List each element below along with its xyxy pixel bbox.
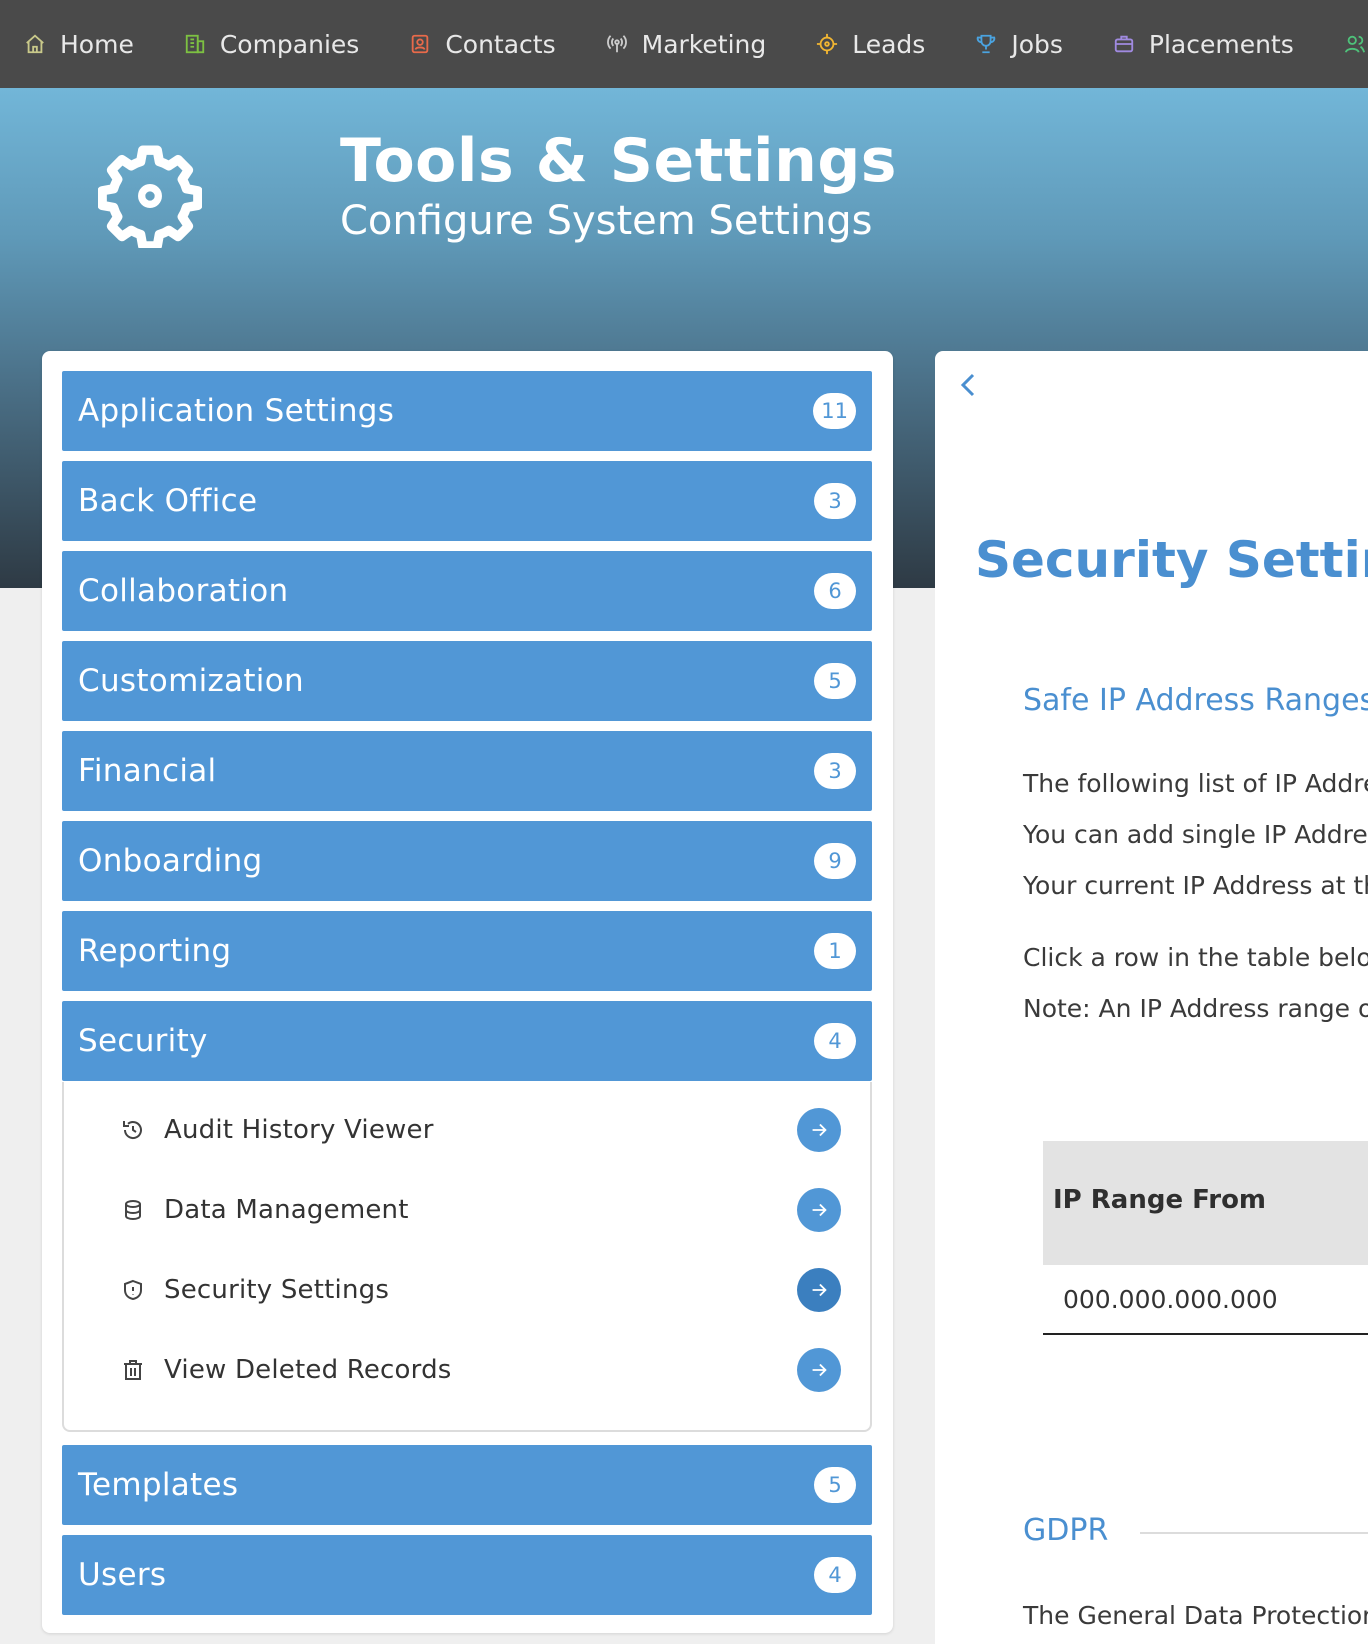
category-users[interactable]: Users 4 bbox=[62, 1535, 872, 1615]
nav-leads-label: Leads bbox=[852, 29, 926, 59]
count-badge: 3 bbox=[814, 483, 856, 519]
category-security[interactable]: Security 4 bbox=[62, 1001, 872, 1081]
gear-icon bbox=[97, 144, 203, 251]
nav-contacts-label: Contacts bbox=[445, 29, 556, 59]
nav-jobs-label: Jobs bbox=[1011, 29, 1063, 59]
description-line: The following list of IP Addre bbox=[1023, 769, 1368, 798]
security-submenu: Audit History Viewer Data Management Sec… bbox=[62, 1082, 872, 1432]
crosshair-icon bbox=[816, 33, 838, 55]
briefcase-icon bbox=[1113, 33, 1135, 55]
nav-placements-label: Placements bbox=[1148, 29, 1294, 59]
category-reporting[interactable]: Reporting 1 bbox=[62, 911, 872, 991]
nav-marketing-label: Marketing bbox=[641, 29, 767, 59]
column-header[interactable]: IP Range From bbox=[1053, 1185, 1266, 1215]
count-badge: 4 bbox=[814, 1023, 856, 1059]
arrow-right-icon[interactable] bbox=[797, 1108, 841, 1152]
category-financial[interactable]: Financial 3 bbox=[62, 731, 872, 811]
count-badge: 4 bbox=[814, 1557, 856, 1593]
category-templates[interactable]: Templates 5 bbox=[62, 1445, 872, 1525]
category-back-office[interactable]: Back Office 3 bbox=[62, 461, 872, 541]
page-title: Tools & Settings bbox=[340, 126, 897, 196]
category-label: Onboarding bbox=[78, 843, 263, 879]
count-badge: 1 bbox=[814, 933, 856, 969]
nav-marketing[interactable]: Marketing bbox=[582, 0, 793, 88]
database-icon bbox=[120, 1197, 146, 1223]
section-heading: Safe IP Address Ranges bbox=[1023, 683, 1368, 718]
count-badge: 5 bbox=[814, 1467, 856, 1503]
nav-companies[interactable]: Companies bbox=[160, 0, 386, 88]
history-icon bbox=[120, 1117, 146, 1143]
nav-placements[interactable]: Placements bbox=[1089, 0, 1320, 88]
trophy-icon bbox=[975, 33, 997, 55]
description-line: Click a row in the table belov bbox=[1023, 943, 1368, 972]
submenu-item-audit-history-viewer[interactable]: Audit History Viewer bbox=[64, 1090, 870, 1170]
submenu-item-security-settings[interactable]: Security Settings bbox=[64, 1250, 870, 1330]
nav-jobs[interactable]: Jobs bbox=[951, 0, 1089, 88]
nav-home-label: Home bbox=[60, 29, 134, 59]
submenu-item-label: Security Settings bbox=[164, 1275, 390, 1305]
chevron-left-icon[interactable] bbox=[953, 367, 983, 403]
detail-title: Security Settings bbox=[975, 531, 1368, 589]
description-line: Your current IP Address at th bbox=[1023, 871, 1368, 900]
arrow-right-icon[interactable] bbox=[797, 1348, 841, 1392]
count-badge: 6 bbox=[814, 573, 856, 609]
category-customization[interactable]: Customization 5 bbox=[62, 641, 872, 721]
table-header: IP Range From bbox=[1043, 1141, 1368, 1265]
nav-home[interactable]: Home bbox=[0, 0, 160, 88]
submenu-item-data-management[interactable]: Data Management bbox=[64, 1170, 870, 1250]
category-application-settings[interactable]: Application Settings 11 bbox=[62, 371, 872, 451]
description-line: Note: An IP Address range o bbox=[1023, 994, 1368, 1023]
category-label: Users bbox=[78, 1557, 167, 1593]
count-badge: 5 bbox=[814, 663, 856, 699]
category-onboarding[interactable]: Onboarding 9 bbox=[62, 821, 872, 901]
category-label: Customization bbox=[78, 663, 304, 699]
count-badge: 11 bbox=[813, 393, 856, 429]
nav-leads[interactable]: Leads bbox=[792, 0, 951, 88]
divider bbox=[1140, 1532, 1368, 1534]
table-row[interactable]: 000.000.000.000 bbox=[1043, 1265, 1368, 1335]
arrow-right-icon[interactable] bbox=[797, 1268, 841, 1312]
category-label: Financial bbox=[78, 753, 217, 789]
broadcast-icon bbox=[606, 33, 628, 55]
trash-icon bbox=[120, 1357, 146, 1383]
submenu-item-view-deleted-records[interactable]: View Deleted Records bbox=[64, 1330, 870, 1410]
building-icon bbox=[184, 33, 206, 55]
description-line: You can add single IP Addre bbox=[1023, 820, 1368, 849]
users-icon bbox=[1344, 33, 1366, 55]
category-label: Reporting bbox=[78, 933, 232, 969]
nav-contacts[interactable]: Contacts bbox=[385, 0, 581, 88]
count-badge: 3 bbox=[814, 753, 856, 789]
category-label: Templates bbox=[78, 1467, 239, 1503]
security-settings-panel: Security Settings Safe IP Address Ranges… bbox=[935, 351, 1368, 1644]
shield-icon bbox=[120, 1277, 146, 1303]
category-label: Security bbox=[78, 1023, 208, 1059]
nav-companies-label: Companies bbox=[219, 29, 360, 59]
gdpr-description: The General Data Protection bbox=[1023, 1601, 1368, 1630]
contact-card-icon bbox=[409, 33, 431, 55]
category-collaboration[interactable]: Collaboration 6 bbox=[62, 551, 872, 631]
home-icon bbox=[24, 33, 46, 55]
nav-users[interactable] bbox=[1320, 0, 1368, 88]
submenu-item-label: Data Management bbox=[164, 1195, 409, 1225]
settings-category-panel: Application Settings 11 Back Office 3 Co… bbox=[42, 351, 893, 1633]
table-cell: 000.000.000.000 bbox=[1063, 1285, 1278, 1314]
count-badge: 9 bbox=[814, 843, 856, 879]
page-subtitle: Configure System Settings bbox=[340, 198, 873, 244]
submenu-item-label: Audit History Viewer bbox=[164, 1115, 434, 1145]
category-label: Back Office bbox=[78, 483, 258, 519]
top-nav: Home Companies Contacts Marketing Leads … bbox=[0, 0, 1368, 88]
category-label: Application Settings bbox=[78, 393, 395, 429]
gdpr-heading: GDPR bbox=[1023, 1513, 1109, 1548]
arrow-right-icon[interactable] bbox=[797, 1188, 841, 1232]
submenu-item-label: View Deleted Records bbox=[164, 1355, 452, 1385]
category-label: Collaboration bbox=[78, 573, 289, 609]
